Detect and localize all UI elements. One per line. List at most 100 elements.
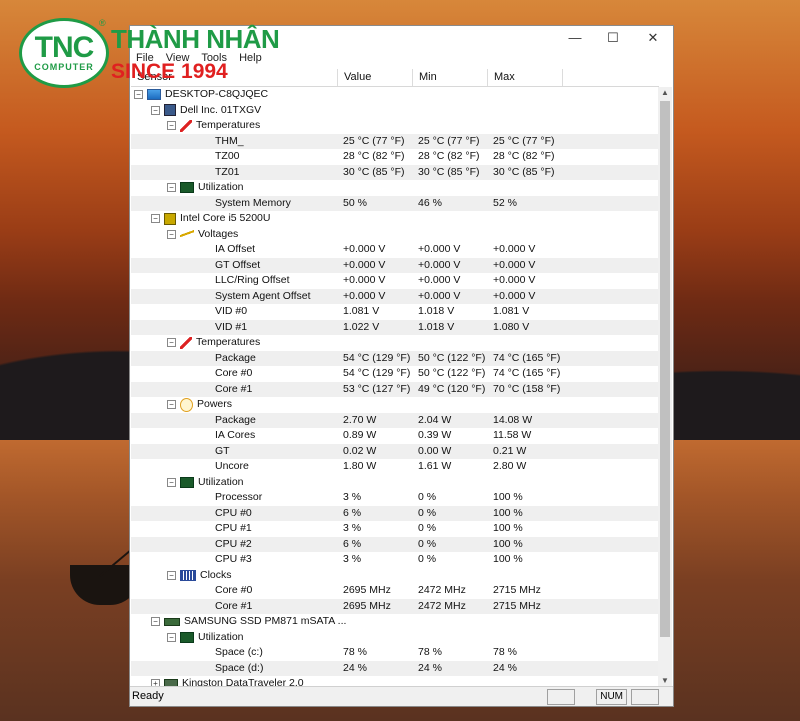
- collapse-icon[interactable]: −: [167, 338, 176, 348]
- sensor-row[interactable]: Package 2.70 W 2.04 W 14.08 W: [131, 412, 659, 428]
- collapse-icon[interactable]: −: [151, 105, 160, 115]
- column-max[interactable]: Max: [487, 69, 562, 86]
- tree-node[interactable]: − Powers: [131, 397, 659, 413]
- sensor-row[interactable]: Processor 3 % 0 % 100 %: [131, 490, 659, 506]
- sensor-row[interactable]: TZ01 30 °C (85 °F) 30 °C (85 °F) 30 °C (85 …: [131, 164, 659, 180]
- sensor-min: 49 °C (120 °F): [418, 382, 486, 395]
- sensor-row[interactable]: Core #1 53 °C (127 °F) 49 °C (120 °F) 70 °C…: [131, 381, 659, 397]
- sensor-row[interactable]: System Agent Offset +0.000 V +0.000 V +0.00…: [131, 288, 659, 304]
- sensor-max: 100 %: [493, 537, 523, 550]
- registered-mark: ®: [99, 18, 106, 28]
- clock-icon: [180, 569, 196, 581]
- sensor-row[interactable]: THM_ 25 °C (77 °F) 25 °C (77 °F) 25 °C (77 …: [131, 133, 659, 149]
- collapse-icon[interactable]: −: [134, 90, 143, 100]
- sensor-row[interactable]: Core #0 54 °C (129 °F) 50 °C (122 °F) 74 °C…: [131, 366, 659, 382]
- sensor-value: +0.000 V: [343, 258, 386, 271]
- tree-label: Utilization: [198, 630, 244, 643]
- tree-label-group: Space (d:): [215, 661, 263, 677]
- sensor-row[interactable]: CPU #2 6 % 0 % 100 %: [131, 536, 659, 552]
- sensor-row[interactable]: Core #1 2695 MHz 2472 MHz 2715 MHz: [131, 598, 659, 614]
- tree-node[interactable]: − Utilization: [131, 630, 659, 646]
- sensor-max: 2715 MHz: [493, 599, 541, 612]
- tree-node[interactable]: − SAMSUNG SSD PM871 mSATA ...: [131, 614, 659, 630]
- column-value[interactable]: Value: [337, 69, 412, 86]
- tree-label: Voltages: [198, 227, 239, 240]
- sensor-min: 0.00 W: [418, 444, 452, 457]
- sensor-row[interactable]: Space (c:) 78 % 78 % 78 %: [131, 645, 659, 661]
- tree-node[interactable]: − DESKTOP-C8QJQEC: [131, 87, 659, 103]
- sensor-row[interactable]: CPU #1 3 % 0 % 100 %: [131, 521, 659, 537]
- tree-label-group: TZ00: [215, 149, 240, 165]
- tree-node[interactable]: − Intel Core i5 5200U: [131, 211, 659, 227]
- sensor-row[interactable]: VID #1 1.022 V 1.018 V 1.080 V: [131, 319, 659, 336]
- collapse-icon[interactable]: −: [167, 121, 176, 131]
- tree-label: Utilization: [198, 181, 244, 193]
- tree-label: DESKTOP-C8QJQEC: [165, 88, 269, 100]
- sensor-min: 28 °C (82 °F): [418, 150, 480, 162]
- collapse-icon[interactable]: −: [167, 570, 176, 580]
- sensor-row[interactable]: IA Offset +0.000 V +0.000 V +0.000 V: [131, 242, 659, 258]
- sensor-value: 24 %: [343, 661, 367, 674]
- tree-label-group: − Utilization: [167, 630, 244, 646]
- sensor-row[interactable]: CPU #0 6 % 0 % 100 %: [131, 505, 659, 521]
- collapse-icon[interactable]: −: [167, 632, 176, 642]
- collapse-icon[interactable]: −: [151, 214, 160, 224]
- sensor-min: 50 °C (122 °F): [418, 367, 486, 379]
- sensor-min: 2.04 W: [418, 413, 452, 426]
- sensor-min: 78 %: [418, 646, 442, 658]
- sensor-min: 0.39 W: [418, 429, 452, 441]
- tree-node[interactable]: − Temperatures: [131, 335, 659, 351]
- sensor-min: +0.000 V: [418, 274, 461, 286]
- num-lock-indicator: NUM: [596, 689, 627, 705]
- maximize-button[interactable]: ☐: [603, 29, 623, 47]
- tree-label: System Agent Offset: [215, 289, 311, 302]
- sensor-row[interactable]: CPU #3 3 % 0 % 100 %: [131, 552, 659, 568]
- sensor-row[interactable]: Space (d:) 24 % 24 % 24 %: [131, 660, 659, 677]
- tree-node[interactable]: − Temperatures: [131, 118, 659, 134]
- sensor-row[interactable]: GT Offset +0.000 V +0.000 V +0.000 V: [131, 257, 659, 273]
- tree-node[interactable]: − Utilization: [131, 475, 659, 491]
- status-bar: Ready NUM: [130, 686, 673, 706]
- tree-node[interactable]: − Dell Inc. 01TXGV: [131, 103, 659, 119]
- sensor-row[interactable]: Core #0 2695 MHz 2472 MHz 2715 MHz: [131, 583, 659, 599]
- sensor-row[interactable]: Uncore 1.80 W 1.61 W 2.80 W: [131, 459, 659, 475]
- tree-label: THM_: [215, 134, 244, 147]
- sensor-min: 46 %: [418, 196, 442, 209]
- sensor-row[interactable]: GT 0.02 W 0.00 W 0.21 W: [131, 443, 659, 459]
- scrollbar-thumb[interactable]: [660, 101, 670, 637]
- cpu-icon: [164, 212, 176, 225]
- sensor-row[interactable]: VID #0 1.081 V 1.018 V 1.081 V: [131, 304, 659, 320]
- tree-node[interactable]: − Utilization: [131, 180, 659, 196]
- vertical-scrollbar[interactable]: ▲ ▼: [658, 87, 672, 687]
- collapse-icon[interactable]: −: [151, 617, 160, 627]
- sensor-min: 50 °C (122 °F): [418, 351, 486, 364]
- collapse-icon[interactable]: −: [167, 400, 176, 410]
- tree-label-group: VID #1: [215, 320, 247, 336]
- sensor-row[interactable]: System Memory 50 % 46 % 52 %: [131, 195, 659, 211]
- tree-node[interactable]: − Voltages: [131, 227, 659, 243]
- hwmonitor-window: — ☐ ✕ File View Tools Help Sensor Value …: [129, 25, 674, 707]
- tree-node[interactable]: − Clocks: [131, 568, 659, 584]
- collapse-icon[interactable]: −: [167, 183, 176, 193]
- tree-label-group: − Utilization: [167, 180, 244, 196]
- collapse-icon[interactable]: −: [167, 477, 176, 487]
- thermometer-icon: [180, 336, 192, 349]
- tree-label-group: − Utilization: [167, 475, 244, 491]
- collapse-icon[interactable]: −: [167, 229, 176, 239]
- sensor-min: 0 %: [418, 553, 437, 565]
- tree-label-group: IA Cores: [215, 428, 255, 444]
- sensor-row[interactable]: LLC/Ring Offset +0.000 V +0.000 V +0.000 V: [131, 273, 659, 289]
- close-button[interactable]: ✕: [643, 29, 663, 47]
- sensor-row[interactable]: IA Cores 0.89 W 0.39 W 11.58 W: [131, 428, 659, 444]
- column-min[interactable]: Min: [412, 69, 487, 86]
- sensor-value: 1.022 V: [343, 320, 380, 333]
- sensor-max: 100 %: [493, 553, 523, 565]
- tree-label: TZ00: [215, 150, 240, 162]
- tree-label-group: − Powers: [167, 397, 232, 413]
- scroll-up-arrow-icon[interactable]: ▲: [658, 87, 672, 99]
- sensor-row[interactable]: Package 54 °C (129 °F) 50 °C (122 °F) 74 °C…: [131, 350, 659, 366]
- tree-label-group: − DESKTOP-C8QJQEC: [134, 87, 268, 103]
- sensor-row[interactable]: TZ00 28 °C (82 °F) 28 °C (82 °F) 28 °C (82 …: [131, 149, 659, 165]
- minimize-button[interactable]: —: [565, 29, 585, 47]
- status-blank-box: [547, 689, 575, 705]
